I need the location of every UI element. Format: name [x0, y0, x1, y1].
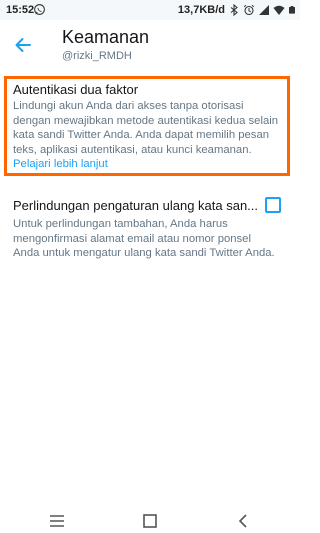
- menu-icon: [50, 515, 64, 527]
- status-bar: 15:52 13,7KB/d: [0, 0, 300, 20]
- two-factor-desc-line: teks, aplikasi autentikasi, atau kunci k…: [13, 143, 252, 156]
- nav-back-button[interactable]: [235, 512, 253, 530]
- arrow-left-icon: [15, 38, 31, 52]
- two-factor-desc-line: dengan mewajibkan metode autentikasi ked…: [13, 114, 279, 127]
- whatsapp-icon: [34, 4, 45, 15]
- password-reset-desc-line: mengonfirmasi alamat email atau nomor po…: [13, 232, 251, 245]
- app-header: Keamanan @rizki_RMDH: [0, 20, 300, 72]
- two-factor-desc-line: kata sandi Twitter Anda. Anda dapat memi…: [13, 129, 270, 142]
- home-icon: [143, 514, 157, 528]
- bluetooth-icon: [230, 4, 238, 16]
- password-reset-desc-line: Untuk perlindungan tambahan, Anda harus: [13, 218, 228, 230]
- signal-icon: [259, 5, 269, 15]
- system-nav-bar: [0, 507, 300, 533]
- status-icons: 13,7KB/d: [178, 3, 296, 17]
- wifi-icon: [273, 5, 285, 15]
- password-reset-checkbox[interactable]: [265, 197, 281, 213]
- page-title: Keamanan: [62, 27, 150, 47]
- two-factor-title[interactable]: Autentikasi dua faktor: [13, 82, 138, 97]
- status-time: 15:52: [6, 4, 35, 16]
- back-button[interactable]: [10, 32, 36, 58]
- password-reset-title[interactable]: Perlindungan pengaturan ulang kata san..…: [13, 198, 259, 213]
- two-factor-desc-line: Lindungi akun Anda dari akses tanpa otor…: [13, 100, 244, 112]
- back-icon: [238, 514, 247, 528]
- password-reset-desc-line: Anda untuk mengatur ulang kata sandi Twi…: [13, 247, 275, 260]
- page-subtitle: @rizki_RMDH: [62, 50, 132, 62]
- password-reset-description: Untuk perlindungan tambahan, Anda harus …: [13, 217, 295, 261]
- battery-icon: [289, 6, 295, 14]
- menu-button[interactable]: [48, 512, 66, 530]
- home-button[interactable]: [141, 512, 159, 530]
- two-factor-description: Lindungi akun Anda dari akses tanpa otor…: [13, 99, 295, 172]
- network-speed: 13,7KB/d: [177, 4, 225, 16]
- learn-more-link[interactable]: Pelajari lebih lanjut: [13, 157, 295, 172]
- alarm-icon: [243, 4, 255, 16]
